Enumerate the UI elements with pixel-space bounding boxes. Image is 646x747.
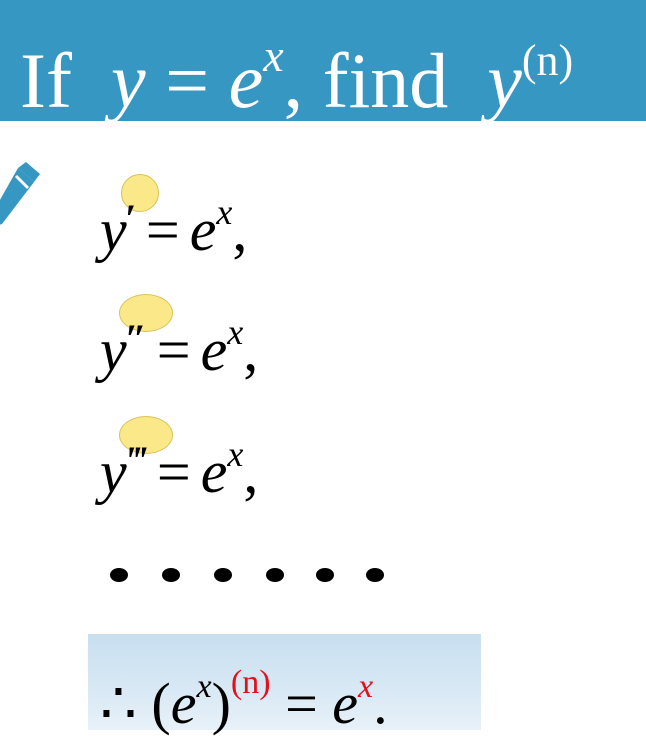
base-e: e (228, 37, 264, 121)
step-e: e (200, 317, 228, 383)
continuation-dots (110, 560, 400, 590)
title-banner: If y = ex, find y(n) (0, 0, 646, 121)
prime-highlight: ‴ (118, 414, 173, 494)
var-y: y (110, 37, 146, 121)
step-exponent: x (227, 312, 244, 352)
problem-statement: If y = ex, find y(n) (20, 6, 573, 121)
dot (316, 568, 334, 582)
comma-find: , find (283, 37, 449, 121)
step-second-derivative: y ″ = ex, (100, 292, 258, 383)
result-exponent: x (196, 668, 212, 705)
result-e: e (170, 671, 197, 736)
rhs-exponent: x (358, 668, 374, 705)
prime-mark: ′ (124, 196, 136, 241)
step-first-derivative: y ′ = ex, (100, 172, 247, 263)
exponent-x: x (263, 30, 284, 81)
step-e: e (189, 197, 217, 263)
result-period: . (373, 671, 388, 736)
rhs-e: e (332, 671, 359, 736)
result-equals: = (285, 671, 318, 736)
close-paren: ) (211, 671, 231, 736)
step-comma: , (243, 317, 259, 383)
result-order: (n) (230, 664, 271, 701)
result-box: ∴ (ex)(n) = ex. (88, 634, 481, 736)
step-third-derivative: y ‴ = ex, (100, 414, 258, 505)
prime-highlight: ′ (119, 172, 159, 252)
step-comma: , (232, 197, 248, 263)
prime-mark: ″ (124, 316, 147, 361)
step-exponent: x (227, 434, 244, 474)
equals-sign: = (165, 37, 210, 121)
prime-highlight: ″ (118, 292, 173, 372)
pencil-icon (0, 162, 40, 225)
open-paren: ( (151, 671, 171, 736)
dot (366, 568, 384, 582)
deriv-y: y (487, 37, 522, 121)
dot (162, 568, 180, 582)
dot (110, 568, 128, 582)
therefore-symbol: ∴ (100, 671, 137, 736)
derivative-order: (n) (521, 36, 574, 85)
step-e: e (200, 439, 228, 505)
dot (214, 568, 232, 582)
dot (266, 568, 284, 582)
result-formula: ∴ (ex)(n) = ex. (100, 640, 388, 747)
prime-mark: ‴ (124, 438, 147, 483)
step-exponent: x (216, 192, 233, 232)
word-if: If (20, 37, 72, 121)
step-comma: , (243, 439, 259, 505)
